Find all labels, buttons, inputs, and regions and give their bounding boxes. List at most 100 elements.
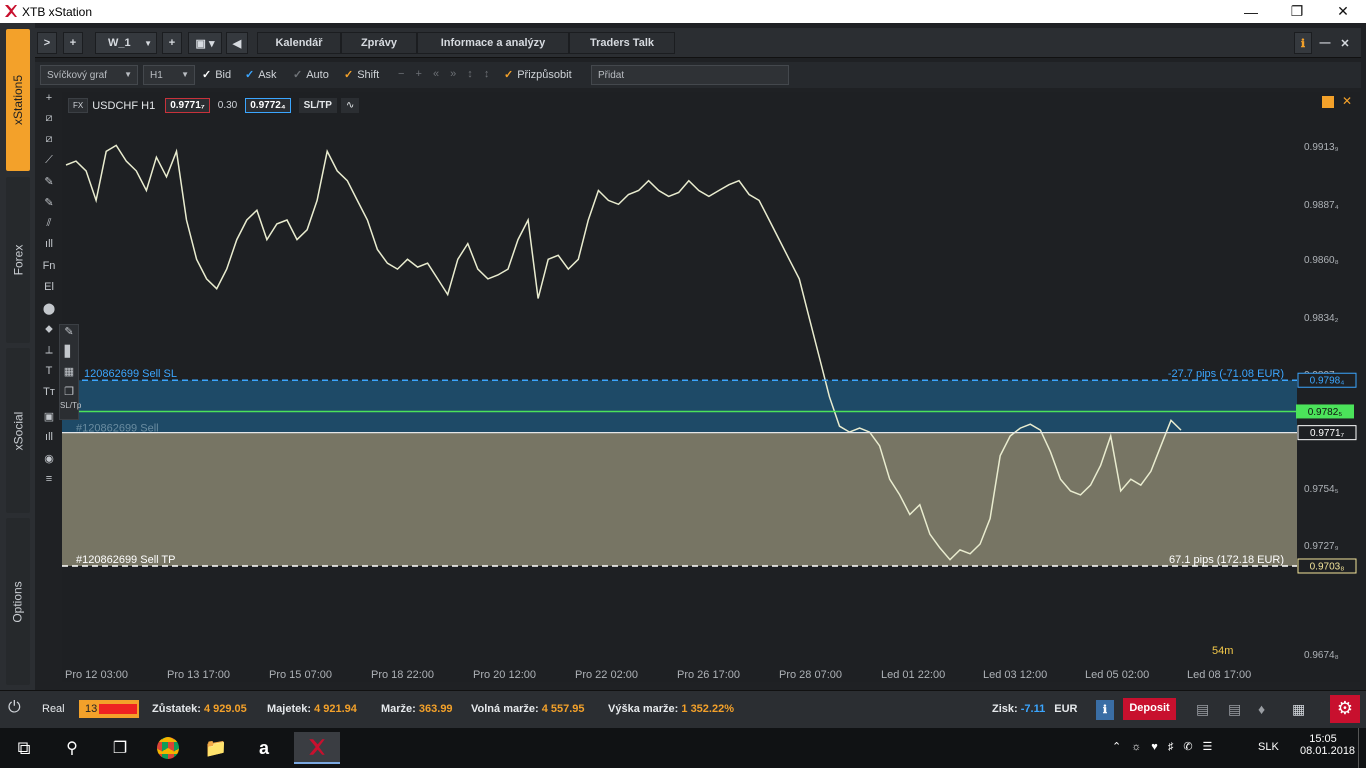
pencil-tool-icon[interactable]: ✎: [40, 175, 58, 191]
tab-news[interactable]: Zprávy: [341, 32, 417, 54]
power-icon[interactable]: ⏻: [8, 699, 30, 721]
side-tab-xsocial[interactable]: xSocial: [6, 348, 30, 513]
takeprofit-price-tag[interactable]: 0.9703₈: [1297, 558, 1357, 574]
info-icon[interactable]: ℹ: [1096, 700, 1114, 720]
chart-type-select[interactable]: Svíčkový graf ▼: [40, 65, 138, 85]
minimize-button[interactable]: —: [1228, 0, 1274, 23]
sltp-icon[interactable]: SL/Tp: [60, 401, 81, 419]
sell-price-button[interactable]: 0.9771₇: [165, 98, 210, 113]
layout-select[interactable]: ▣ ▾: [188, 32, 222, 54]
x-tick-label: Pro 28 07:00: [779, 669, 842, 681]
indicators-tool-icon[interactable]: ıll: [40, 431, 58, 447]
clock[interactable]: 15:05 08.01.2018: [1300, 733, 1355, 757]
timeframe-select[interactable]: H1 ▼: [143, 65, 195, 85]
trendline-tool-icon[interactable]: ⟋: [40, 154, 58, 170]
measure-tool-icon[interactable]: ⟂: [40, 344, 58, 360]
x-tick-label: Pro 13 17:00: [167, 669, 230, 681]
check-icon: ✓: [245, 69, 255, 81]
pencil-tool-icon[interactable]: ✎: [40, 196, 58, 212]
menu-icon[interactable]: ≡: [40, 473, 58, 489]
fibonacci-tool-icon[interactable]: Fn: [40, 260, 58, 276]
language-indicator[interactable]: SLK: [1258, 741, 1279, 753]
back-arrow-button[interactable]: ◀: [226, 32, 248, 54]
chevron-down-icon: ▼: [181, 70, 189, 79]
sltp-button[interactable]: SL/TP: [298, 98, 337, 113]
ask-checkbox[interactable]: ✓ Ask: [245, 68, 277, 81]
chart-close-icon[interactable]: ✕: [1342, 94, 1352, 108]
workspace-select[interactable]: W_1 ▼: [95, 32, 157, 54]
nav-next-button[interactable]: >: [37, 32, 57, 54]
deposit-button[interactable]: Deposit: [1123, 698, 1176, 720]
chat-icon[interactable]: ♦: [1258, 701, 1265, 717]
shift-checkbox[interactable]: ✓ Shift: [344, 68, 379, 81]
channel-tool-icon[interactable]: ⫽: [40, 217, 58, 233]
rectangle-tool-icon[interactable]: ⧄: [40, 112, 58, 128]
stoploss-price-tag[interactable]: 0.9798₄: [1297, 372, 1357, 388]
entry-label: #120862699 Sell: [76, 423, 159, 435]
nav-add-button[interactable]: +: [63, 32, 83, 54]
windows-start-icon[interactable]: ⧉: [4, 732, 44, 764]
buy-price-button[interactable]: 0.9772₄: [245, 98, 291, 113]
text-tool-icon[interactable]: T: [40, 365, 58, 381]
tab-calendar[interactable]: Kalendář: [257, 32, 341, 54]
side-tab-options[interactable]: Options: [6, 518, 30, 685]
zoom-controls[interactable]: − + « » ↕ ↕: [398, 68, 493, 80]
marker-tool-icon[interactable]: ⬥: [40, 323, 58, 339]
system-tray-icons[interactable]: ⌃☼♥♯✆☰: [1112, 740, 1222, 753]
entry-price-tag[interactable]: 0.9771₇: [1297, 425, 1357, 441]
crosshair-tool-icon[interactable]: +: [40, 92, 58, 108]
bars-tool-icon[interactable]: ıll: [40, 238, 58, 254]
chrome-icon[interactable]: [148, 732, 188, 764]
profit-value: -7.11: [1020, 703, 1046, 715]
x-tick-label: Pro 22 02:00: [575, 669, 638, 681]
current-price-tag: 0.9782₅: [1296, 404, 1354, 419]
shape-tool-icon[interactable]: ⬤: [40, 302, 58, 318]
bid-checkbox[interactable]: ✓ Bid: [202, 68, 231, 81]
panel-close-button[interactable]: ✕: [1336, 32, 1354, 54]
text-size-tool-icon[interactable]: Tт: [40, 386, 58, 402]
copy-icon[interactable]: ❐: [60, 385, 78, 401]
tab-traders-talk[interactable]: Traders Talk: [569, 32, 675, 54]
side-tab-forex[interactable]: Forex: [6, 177, 30, 343]
balance-label: Zůstatek:: [152, 703, 201, 715]
add-tab-button[interactable]: +: [162, 32, 182, 54]
fit-checkbox[interactable]: ✓ Přizpůsobit: [504, 68, 572, 81]
camera-icon[interactable]: ◉: [40, 452, 58, 468]
layers-tool-icon[interactable]: ▣: [40, 410, 58, 426]
task-view-icon[interactable]: ❐: [100, 732, 140, 764]
search-icon[interactable]: ⚲: [52, 732, 92, 764]
side-tab-xstation5[interactable]: xStation5: [6, 29, 30, 171]
maximize-button[interactable]: ❐: [1274, 0, 1320, 23]
x-tick-label: Led 03 12:00: [983, 669, 1047, 681]
chart-panel[interactable]: Pro 12 03:00 Pro 13 17:00 Pro 15 07:00 Pro …: [59, 92, 1360, 682]
window-titlebar: XTB xStation — ❐ ✕: [0, 0, 1366, 23]
pencil-icon[interactable]: ✎: [60, 325, 78, 345]
elliott-tool-icon[interactable]: El: [40, 281, 58, 297]
chart-toolbar: Svíčkový graf ▼ H1 ▼ ✓ Bid ✓ Ask ✓ Auto ✓ Shif…: [35, 62, 1361, 88]
current-price: 0.9782₅: [1308, 407, 1343, 418]
show-desktop-button[interactable]: [1358, 728, 1364, 768]
chart-icon[interactable]: ▦: [60, 365, 78, 385]
drawing-tools: + ⧄ ⧄ ⟋ ✎ ✎ ⫽ ıll Fn El ⬤ ⬥ ⟂ T Tт ▣ ıll…: [38, 90, 60, 690]
calendar-icon[interactable]: ▦: [1292, 701, 1305, 718]
tab-analyses[interactable]: Informace a analýzy: [417, 32, 569, 54]
layout-icon[interactable]: ▤: [1196, 701, 1209, 718]
bars-icon[interactable]: ▋: [60, 345, 78, 365]
close-button[interactable]: ✕: [1320, 0, 1366, 23]
info-icon[interactable]: ℹ: [1294, 32, 1312, 54]
check-icon: ✓: [202, 69, 212, 81]
amazon-icon[interactable]: a: [244, 732, 284, 764]
add-indicator-input[interactable]: [591, 65, 789, 85]
file-explorer-icon[interactable]: 📁: [196, 732, 236, 764]
list-icon[interactable]: ▤: [1228, 701, 1241, 718]
chart-edit-icon[interactable]: [1322, 96, 1334, 108]
panel-minimize-button[interactable]: —: [1316, 32, 1334, 54]
x-tick-label: Led 01 22:00: [881, 669, 945, 681]
price-chart[interactable]: Pro 12 03:00 Pro 13 17:00 Pro 15 07:00 Pro …: [62, 92, 1360, 682]
auto-checkbox[interactable]: ✓ Auto: [293, 68, 329, 81]
rectangle-tool-icon[interactable]: ⧄: [40, 133, 58, 149]
settings-gear-icon[interactable]: ⚙: [1330, 695, 1360, 723]
xtb-taskbar-icon[interactable]: [294, 732, 340, 764]
account-selector[interactable]: 13: [79, 700, 139, 718]
trend-icon[interactable]: ∿: [340, 98, 360, 113]
